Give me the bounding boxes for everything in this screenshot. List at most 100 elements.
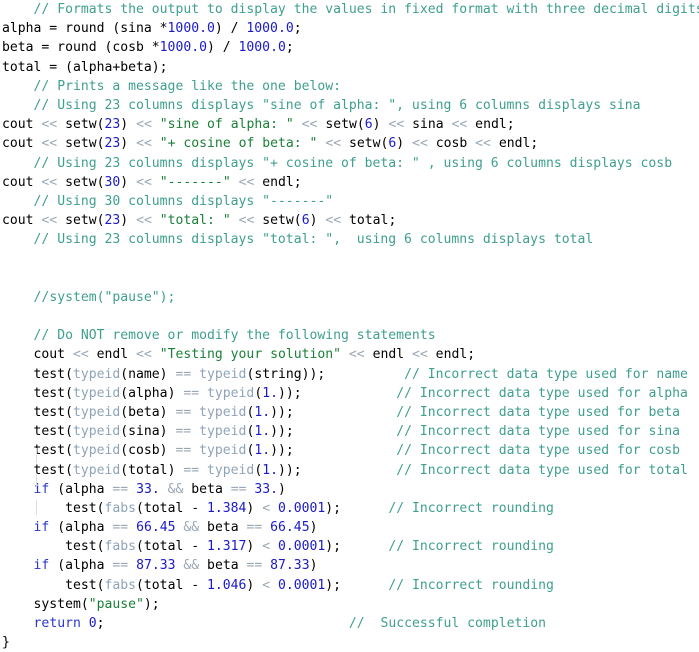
- code-token-comment: // Formats the output to display the val…: [33, 2, 699, 17]
- code-line[interactable]: }: [0, 633, 699, 652]
- code-line[interactable]: if (alpha == 33. && beta == 33.): [0, 480, 699, 499]
- code-token-plain: ): [120, 136, 137, 152]
- code-token-plain: test(: [2, 500, 105, 516]
- code-editor-view[interactable]: // Formats the output to display the val…: [0, 0, 699, 650]
- code-token-number: 1000.0: [246, 21, 294, 37]
- code-line[interactable]: test(typeid(alpha) == typeid(1.)); // In…: [0, 384, 699, 403]
- code-token-op: ==: [183, 462, 200, 478]
- code-token-number: 66.45: [270, 520, 310, 536]
- code-token-comment: // Incorrect data type used for total: [396, 462, 688, 478]
- code-token-number: 1.384: [206, 500, 247, 516]
- code-token-plain: setw(: [254, 213, 302, 229]
- code-token-func: typeid: [72, 462, 121, 478]
- code-token-op: ==: [246, 520, 263, 536]
- code-token-plain: endl;: [467, 117, 515, 133]
- code-line[interactable]: test(fabs(total - 1.384) < 0.0001); // I…: [0, 499, 699, 518]
- code-token-plain: cout: [2, 213, 42, 229]
- code-token-comment: //system("pause");: [33, 289, 176, 305]
- code-line[interactable]: total = (alpha+beta);: [0, 58, 699, 77]
- code-token-number: 0.0001: [277, 539, 326, 555]
- code-token-plain: setw(: [57, 117, 105, 133]
- code-line[interactable]: [0, 269, 699, 288]
- code-token-plain: );: [325, 539, 342, 555]
- code-token-plain: alpha = round (sina *: [2, 21, 168, 37]
- code-token-plain: test(: [2, 366, 73, 382]
- code-line[interactable]: [0, 249, 699, 268]
- code-token-func: typeid: [72, 366, 121, 382]
- code-line[interactable]: // Using 23 columns displays "total: ", …: [0, 230, 699, 249]
- code-line[interactable]: system("pause");: [0, 595, 699, 614]
- code-token-plain: endl: [364, 347, 413, 363]
- code-line[interactable]: test(typeid(total) == typeid(1.)); // In…: [0, 461, 699, 480]
- code-line[interactable]: // Formats the output to display the val…: [0, 0, 699, 19]
- code-line[interactable]: cout << setw(30) << "-------" << endl;: [0, 173, 699, 192]
- code-token-plain: (cosb): [120, 443, 176, 459]
- code-line[interactable]: [0, 307, 699, 326]
- code-token-plain: ): [372, 117, 389, 133]
- code-token-gap: [341, 501, 388, 516]
- code-line[interactable]: test(fabs(total - 1.046) < 0.0001); // I…: [0, 576, 699, 595]
- code-line[interactable]: alpha = round (sina *1000.0) / 1000.0;: [0, 19, 699, 38]
- code-line[interactable]: cout << endl << "Testing your solution" …: [0, 345, 699, 364]
- code-token-func: typeid: [72, 424, 121, 440]
- code-token-func: typeid: [72, 443, 121, 459]
- code-token-plain: total;: [341, 213, 397, 229]
- code-token-op: <<: [238, 213, 255, 229]
- code-token-plain: beta: [183, 481, 231, 497]
- code-line[interactable]: if (alpha == 87.33 && beta == 87.33): [0, 556, 699, 575]
- code-line[interactable]: //system("pause");: [0, 288, 699, 307]
- code-line[interactable]: // Using 23 columns displays "+ cosine o…: [0, 154, 699, 173]
- code-token-op: ==: [230, 481, 247, 497]
- code-token-plain: beta: [199, 558, 247, 574]
- code-line[interactable]: // Using 23 columns displays "sine of al…: [0, 96, 699, 115]
- code-token-plain: ) /: [214, 21, 247, 37]
- code-line[interactable]: cout << setw(23) << "sine of alpha: " <<…: [0, 115, 699, 134]
- code-token-plain: endl: [88, 347, 137, 363]
- code-token-number: 0.0001: [277, 577, 326, 593]
- code-line[interactable]: // Prints a message like the one below:: [0, 77, 699, 96]
- code-token-op: &&: [183, 558, 200, 574]
- code-token-plain: (total -: [136, 577, 207, 593]
- code-token-number: 87.33: [270, 558, 310, 574]
- code-line[interactable]: cout << setw(23) << "+ cosine of beta: "…: [0, 134, 699, 153]
- code-token-plain: ): [246, 500, 263, 516]
- code-token-gap: [294, 443, 396, 458]
- code-token-plain: ): [246, 539, 263, 555]
- code-token-keyword: if: [33, 520, 50, 536]
- code-token-number: 1.: [262, 385, 278, 401]
- code-line[interactable]: test(fabs(total - 1.317) < 0.0001); // I…: [0, 537, 699, 556]
- code-line[interactable]: if (alpha == 66.45 && beta == 66.45): [0, 518, 699, 537]
- code-line[interactable]: cout << setw(23) << "total: " << setw(6)…: [0, 211, 699, 230]
- code-token-plain: );: [325, 500, 342, 516]
- code-token-comment: // Prints a message like the one below:: [33, 78, 341, 94]
- code-token-op: <<: [41, 174, 58, 190]
- code-token-comment: // Do NOT remove or modify the following…: [33, 328, 436, 344]
- code-line[interactable]: beta = round (cosb *1000.0) / 1000.0;: [0, 38, 699, 57]
- code-token-op: <<: [325, 213, 342, 229]
- code-token-op: <<: [136, 213, 152, 229]
- code-token-plain: cout: [2, 117, 42, 133]
- code-token-op: &&: [167, 481, 184, 497]
- code-token-plain: ): [120, 117, 137, 133]
- code-line[interactable]: test(typeid(name) == typeid(string)); //…: [0, 365, 699, 384]
- code-line[interactable]: // Do NOT remove or modify the following…: [0, 326, 699, 345]
- code-line[interactable]: test(typeid(cosb) == typeid(1.)); // Inc…: [0, 441, 699, 460]
- code-line[interactable]: test(typeid(sina) == typeid(1.)); // Inc…: [0, 422, 699, 441]
- code-line[interactable]: return 0; // Successful completion: [0, 614, 699, 633]
- code-token-number: 33.: [136, 481, 160, 497]
- code-token-number: 1.: [262, 462, 278, 478]
- code-token-plain: test(: [2, 424, 73, 440]
- code-line[interactable]: test(typeid(beta) == typeid(1.)); // Inc…: [0, 403, 699, 422]
- code-token-op: <<: [72, 347, 89, 363]
- code-line[interactable]: // Using 30 columns displays "-------": [0, 192, 699, 211]
- code-token-func: typeid: [199, 424, 247, 440]
- code-token-plain: setw(: [341, 136, 389, 152]
